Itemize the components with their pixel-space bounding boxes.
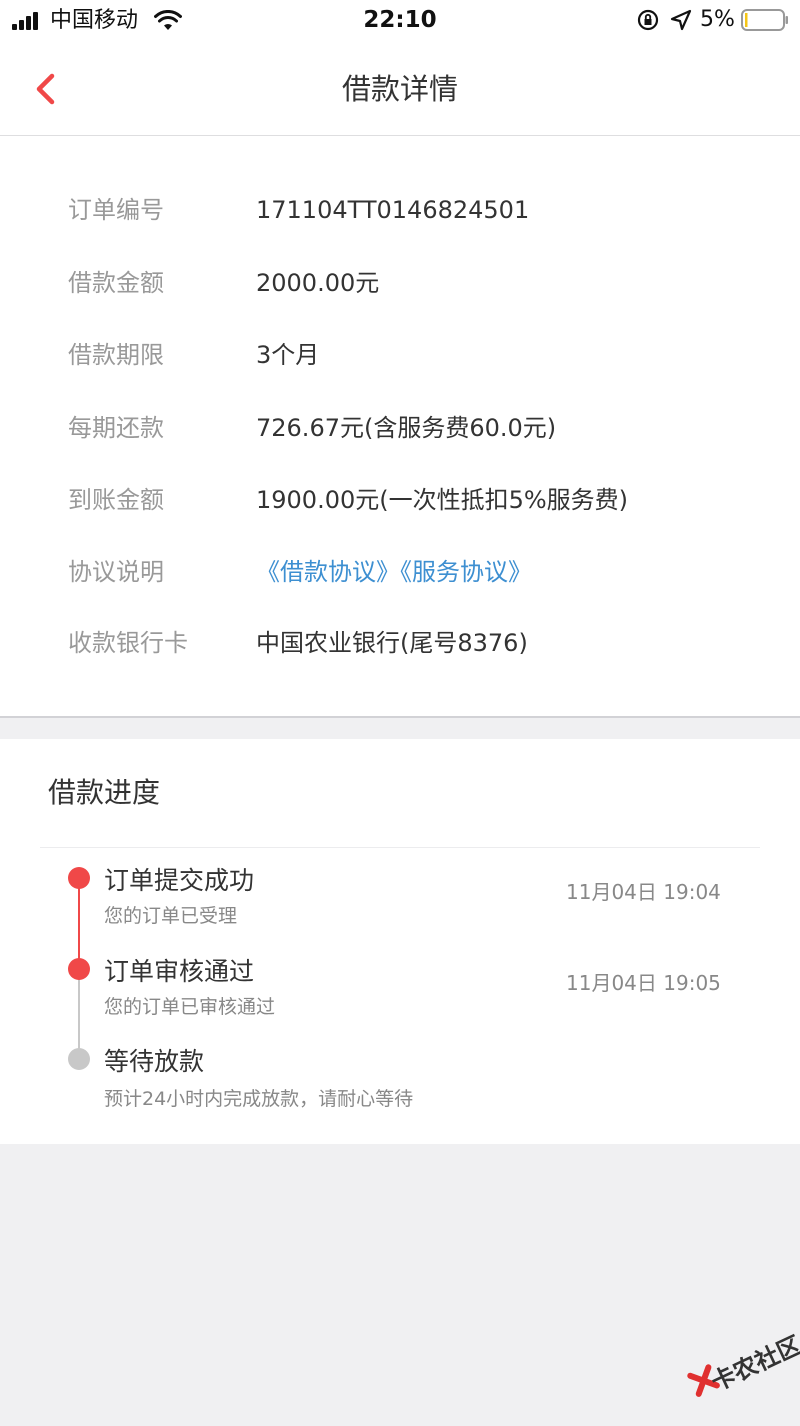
step-time: 11月04日 19:04: [566, 880, 721, 904]
step-subtitle: 您的订单已受理: [104, 905, 238, 927]
order-number-value: 171104TT0146824501: [256, 196, 530, 224]
step-time: 11月04日 19:05: [566, 971, 721, 995]
page-title: 借款详情: [341, 72, 458, 106]
detail-label: 订单编号: [68, 196, 164, 224]
installment-value: 726.67元(含服务费60.0元): [256, 414, 557, 442]
detail-row-loan-term: 借款期限 3个月: [0, 335, 800, 375]
loan-term-value: 3个月: [256, 341, 320, 369]
timeline-line-pending: [78, 969, 80, 1058]
detail-label: 借款期限: [68, 341, 164, 369]
step-title: 等待放款: [104, 1047, 205, 1076]
detail-label: 到账金额: [68, 486, 164, 514]
progress-title: 借款进度: [48, 776, 161, 809]
step-title: 订单提交成功: [104, 866, 255, 895]
detail-row-installment: 每期还款 726.67元(含服务费60.0元): [0, 408, 800, 448]
timeline-dot-done: [68, 867, 90, 889]
detail-row-agreements: 协议说明 《借款协议》《服务协议》: [0, 552, 800, 592]
location-arrow-icon: [670, 9, 692, 31]
service-agreement-link[interactable]: 《服务协议》: [400, 558, 532, 586]
nav-bar: 借款详情: [0, 44, 800, 136]
orientation-lock-icon: [637, 9, 659, 31]
detail-row-loan-amount: 借款金额 2000.00元: [0, 263, 800, 303]
step-title: 订单审核通过: [104, 957, 255, 986]
received-amount-value: 1900.00元(一次性抵扣5%服务费): [256, 486, 629, 514]
step-subtitle: 您的订单已审核通过: [104, 996, 276, 1018]
loan-progress-card: 借款进度 订单提交成功 您的订单已受理 11月04日 19:04 订单审核通过 …: [0, 739, 800, 1144]
loan-amount-value: 2000.00元: [256, 269, 380, 297]
loan-agreement-link[interactable]: 《借款协议》: [256, 558, 400, 586]
detail-row-received-amount: 到账金额 1900.00元(一次性抵扣5%服务费): [0, 480, 800, 520]
detail-label: 协议说明: [68, 558, 164, 586]
detail-label: 收款银行卡: [68, 629, 188, 657]
status-bar: 中国移动 22:10 5%: [0, 0, 800, 44]
detail-row-order-number: 订单编号 171104TT0146824501: [0, 190, 800, 230]
watermark-text: 卡农社区: [706, 1330, 800, 1397]
timeline-line-done: [78, 882, 80, 969]
step-subtitle: 预计24小时内完成放款，请耐心等待: [104, 1088, 414, 1110]
watermark-logo: 卡农社区: [680, 1309, 800, 1424]
detail-label: 每期还款: [68, 414, 164, 442]
detail-row-bank-card: 收款银行卡 中国农业银行(尾号8376): [0, 623, 800, 663]
divider: [40, 847, 760, 848]
battery-percent: 5%: [700, 7, 735, 32]
battery-icon: [741, 9, 788, 31]
timeline-dot-done: [68, 958, 90, 980]
bank-card-value: 中国农业银行(尾号8376): [256, 629, 528, 657]
timeline-dot-pending: [68, 1048, 90, 1070]
agreement-links: 《借款协议》《服务协议》: [256, 552, 532, 592]
loan-detail-card: 订单编号 171104TT0146824501 借款金额 2000.00元 借款…: [0, 136, 800, 718]
detail-label: 借款金额: [68, 269, 164, 297]
